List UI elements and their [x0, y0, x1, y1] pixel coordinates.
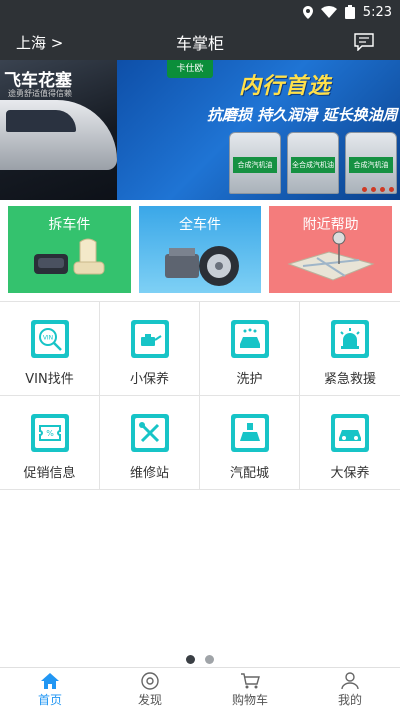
- status-time: 5:23: [362, 4, 392, 20]
- cart-icon: [241, 672, 260, 688]
- promo-all-parts[interactable]: 全车件: [138, 206, 262, 293]
- banner-slogan-sub: 抗磨损 持久润滑 延长换油周: [207, 106, 398, 124]
- profile-icon: [341, 671, 359, 689]
- auto-parts-icon: [230, 414, 269, 452]
- wifi-icon: [320, 6, 337, 18]
- wrench-screwdriver-icon: [130, 414, 169, 452]
- banner-slide-prev[interactable]: 飞车花塞 途勇舒适值得信赖: [0, 60, 117, 200]
- banner-dot: [371, 187, 376, 192]
- service-grid: VIN VIN找件 小保养 洗护 紧急救援 % 促销信息 维修站 汽配城 大保养: [0, 301, 400, 490]
- grid-item-label: 小保养: [129, 372, 169, 387]
- bottom-tab-bar: 首页 发现 购物车 我的: [0, 667, 400, 711]
- svg-text:VIN: VIN: [42, 335, 52, 342]
- banner-slide-current[interactable]: 卡仕欧 内行首选 抗磨损 持久润滑 延长换油周 合成汽机油 全合成汽机油 合成汽…: [117, 60, 400, 200]
- tab-cart[interactable]: 购物车: [200, 668, 300, 711]
- car-wash-icon: [230, 320, 269, 358]
- grid-item-label: 促销信息: [23, 466, 76, 481]
- grid-item-label: 维修站: [129, 466, 169, 481]
- tab-home[interactable]: 首页: [0, 668, 100, 711]
- oil-can-icon: [130, 320, 169, 358]
- grid-item-label: 汽配城: [229, 466, 269, 481]
- brand-logo: 卡仕欧: [167, 60, 213, 78]
- banner-dot: [380, 187, 385, 192]
- tab-label: 我的: [337, 692, 362, 707]
- message-icon[interactable]: [354, 33, 374, 51]
- grid-item-label: VIN找件: [25, 372, 74, 387]
- banner-dot: [389, 187, 394, 192]
- grid-item-label: 洗护: [236, 372, 263, 387]
- pager-dot[interactable]: [205, 655, 214, 664]
- app-header: 上海 > 车掌柜: [0, 24, 400, 60]
- grid-pager: [0, 655, 400, 664]
- grid-item-auto-parts-mall[interactable]: 汽配城: [200, 396, 300, 490]
- promo-nearby-help[interactable]: 附近帮助: [269, 206, 393, 293]
- grid-item-vin-search[interactable]: VIN VIN找件: [0, 302, 100, 396]
- pager-dot-active[interactable]: [186, 655, 195, 664]
- tab-label: 购物车: [231, 692, 268, 707]
- promo-dismantled-parts[interactable]: 拆车件: [8, 206, 131, 293]
- grid-item-label: 大保养: [330, 466, 370, 481]
- alarm-light-icon: [331, 320, 369, 358]
- status-bar: 5:23: [0, 0, 400, 24]
- grid-item-label: 紧急救援: [323, 372, 376, 387]
- grid-item-promotions[interactable]: % 促销信息: [0, 396, 100, 490]
- tab-label: 首页: [37, 692, 62, 707]
- tab-discover[interactable]: 发现: [100, 668, 200, 711]
- car-window-shape: [6, 110, 76, 132]
- home-icon: [41, 672, 59, 689]
- city-selector[interactable]: 上海 >: [16, 32, 63, 53]
- banner-left-subtitle: 途勇舒适值得信赖: [8, 89, 72, 98]
- grid-item-repair-station[interactable]: 维修站: [100, 396, 200, 490]
- banner-indicator: [362, 187, 394, 192]
- grid-item-emergency-rescue[interactable]: 紧急救援: [300, 302, 400, 396]
- discount-ticket-icon: %: [30, 414, 69, 452]
- oil-bottle: 全合成汽机油: [287, 132, 339, 194]
- banner-slogan-main: 内行首选: [239, 74, 332, 99]
- discover-icon: [141, 671, 159, 690]
- location-icon: [302, 5, 313, 19]
- battery-icon: [344, 5, 355, 19]
- promo-row: 拆车件 全车件 附近帮助: [0, 200, 400, 293]
- svg-text:%: %: [46, 429, 54, 438]
- car-seat-icon: [34, 238, 105, 275]
- oil-bottle: 合成汽机油: [229, 132, 281, 194]
- tab-profile[interactable]: 我的: [300, 668, 400, 711]
- banner-dot: [362, 187, 367, 192]
- vin-search-icon: VIN: [30, 320, 69, 358]
- grid-item-minor-maintenance[interactable]: 小保养: [100, 302, 200, 396]
- wheel-engine-icon: [164, 246, 239, 286]
- grid-item-major-maintenance[interactable]: 大保养: [300, 396, 400, 490]
- grid-item-car-wash[interactable]: 洗护: [200, 302, 300, 396]
- oil-bottle: 合成汽机油: [345, 132, 397, 194]
- car-service-icon: [331, 414, 369, 452]
- divider: [0, 293, 400, 301]
- banner-carousel[interactable]: 飞车花塞 途勇舒适值得信赖 卡仕欧 内行首选 抗磨损 持久润滑 延长换油周 合成…: [0, 60, 400, 200]
- map-pin-icon: [287, 231, 375, 281]
- tab-label: 发现: [137, 692, 162, 707]
